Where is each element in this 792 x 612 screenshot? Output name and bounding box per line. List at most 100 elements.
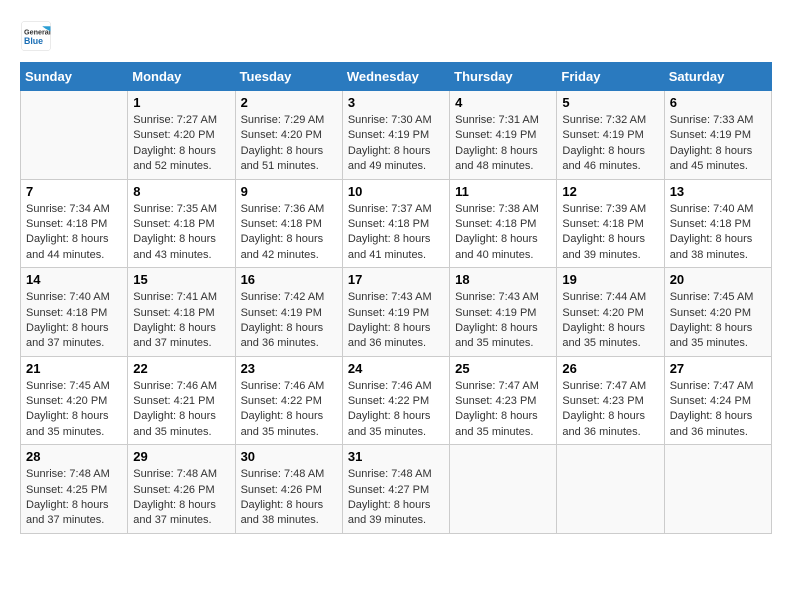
cell-content: Sunrise: 7:37 AM Sunset: 4:18 PM Dayligh… bbox=[348, 202, 444, 264]
cell-content: Sunrise: 7:41 AM Sunset: 4:18 PM Dayligh… bbox=[133, 290, 229, 352]
weekday-header-cell: Wednesday bbox=[342, 63, 449, 91]
calendar-cell: 30 Sunrise: 7:48 AM Sunset: 4:26 PM Dayli… bbox=[235, 445, 342, 534]
calendar-cell: 6 Sunrise: 7:33 AM Sunset: 4:19 PM Daylig… bbox=[664, 91, 771, 180]
cell-content: Sunrise: 7:48 AM Sunset: 4:26 PM Dayligh… bbox=[241, 467, 337, 529]
weekday-header-cell: Thursday bbox=[450, 63, 557, 91]
cell-content: Sunrise: 7:43 AM Sunset: 4:19 PM Dayligh… bbox=[348, 290, 444, 352]
cell-content: Sunrise: 7:40 AM Sunset: 4:18 PM Dayligh… bbox=[670, 202, 766, 264]
calendar-cell bbox=[557, 445, 664, 534]
calendar-week-row: 14 Sunrise: 7:40 AM Sunset: 4:18 PM Dayli… bbox=[21, 268, 772, 357]
cell-content: Sunrise: 7:29 AM Sunset: 4:20 PM Dayligh… bbox=[241, 113, 337, 175]
calendar-week-row: 28 Sunrise: 7:48 AM Sunset: 4:25 PM Dayli… bbox=[21, 445, 772, 534]
cell-content: Sunrise: 7:33 AM Sunset: 4:19 PM Dayligh… bbox=[670, 113, 766, 175]
day-number: 24 bbox=[348, 361, 444, 376]
day-number: 1 bbox=[133, 95, 229, 110]
calendar-cell: 22 Sunrise: 7:46 AM Sunset: 4:21 PM Dayli… bbox=[128, 356, 235, 445]
day-number: 2 bbox=[241, 95, 337, 110]
day-number: 26 bbox=[562, 361, 658, 376]
weekday-header-cell: Sunday bbox=[21, 63, 128, 91]
calendar-cell: 20 Sunrise: 7:45 AM Sunset: 4:20 PM Dayli… bbox=[664, 268, 771, 357]
weekday-header-cell: Tuesday bbox=[235, 63, 342, 91]
cell-content: Sunrise: 7:38 AM Sunset: 4:18 PM Dayligh… bbox=[455, 202, 551, 264]
day-number: 22 bbox=[133, 361, 229, 376]
calendar-cell bbox=[21, 91, 128, 180]
day-number: 4 bbox=[455, 95, 551, 110]
cell-content: Sunrise: 7:45 AM Sunset: 4:20 PM Dayligh… bbox=[26, 379, 122, 441]
cell-content: Sunrise: 7:48 AM Sunset: 4:25 PM Dayligh… bbox=[26, 467, 122, 529]
cell-content: Sunrise: 7:42 AM Sunset: 4:19 PM Dayligh… bbox=[241, 290, 337, 352]
weekday-header-cell: Saturday bbox=[664, 63, 771, 91]
day-number: 16 bbox=[241, 272, 337, 287]
calendar-cell: 1 Sunrise: 7:27 AM Sunset: 4:20 PM Daylig… bbox=[128, 91, 235, 180]
calendar-cell: 5 Sunrise: 7:32 AM Sunset: 4:19 PM Daylig… bbox=[557, 91, 664, 180]
calendar-cell: 8 Sunrise: 7:35 AM Sunset: 4:18 PM Daylig… bbox=[128, 179, 235, 268]
cell-content: Sunrise: 7:36 AM Sunset: 4:18 PM Dayligh… bbox=[241, 202, 337, 264]
weekday-header-row: SundayMondayTuesdayWednesdayThursdayFrid… bbox=[21, 63, 772, 91]
calendar-cell: 7 Sunrise: 7:34 AM Sunset: 4:18 PM Daylig… bbox=[21, 179, 128, 268]
cell-content: Sunrise: 7:48 AM Sunset: 4:27 PM Dayligh… bbox=[348, 467, 444, 529]
cell-content: Sunrise: 7:30 AM Sunset: 4:19 PM Dayligh… bbox=[348, 113, 444, 175]
cell-content: Sunrise: 7:46 AM Sunset: 4:21 PM Dayligh… bbox=[133, 379, 229, 441]
cell-content: Sunrise: 7:32 AM Sunset: 4:19 PM Dayligh… bbox=[562, 113, 658, 175]
day-number: 3 bbox=[348, 95, 444, 110]
calendar-cell: 29Sunrise: 7:48 AM Sunset: 4:26 PM Dayli… bbox=[128, 445, 235, 534]
calendar-cell: 15Sunrise: 7:41 AM Sunset: 4:18 PM Dayli… bbox=[128, 268, 235, 357]
calendar-cell: 17Sunrise: 7:43 AM Sunset: 4:19 PM Dayli… bbox=[342, 268, 449, 357]
day-number: 5 bbox=[562, 95, 658, 110]
calendar-week-row: 7 Sunrise: 7:34 AM Sunset: 4:18 PM Daylig… bbox=[21, 179, 772, 268]
day-number: 6 bbox=[670, 95, 766, 110]
cell-content: Sunrise: 7:31 AM Sunset: 4:19 PM Dayligh… bbox=[455, 113, 551, 175]
day-number: 18 bbox=[455, 272, 551, 287]
day-number: 9 bbox=[241, 184, 337, 199]
calendar-cell: 25Sunrise: 7:47 AM Sunset: 4:23 PM Dayli… bbox=[450, 356, 557, 445]
day-number: 25 bbox=[455, 361, 551, 376]
day-number: 10 bbox=[348, 184, 444, 199]
calendar-cell: 9 Sunrise: 7:36 AM Sunset: 4:18 PM Daylig… bbox=[235, 179, 342, 268]
calendar-cell: 13 Sunrise: 7:40 AM Sunset: 4:18 PM Dayli… bbox=[664, 179, 771, 268]
page-header: General Blue bbox=[20, 20, 772, 52]
calendar-body: 1 Sunrise: 7:27 AM Sunset: 4:20 PM Daylig… bbox=[21, 91, 772, 534]
calendar-week-row: 21Sunrise: 7:45 AM Sunset: 4:20 PM Dayli… bbox=[21, 356, 772, 445]
calendar-cell: 28 Sunrise: 7:48 AM Sunset: 4:25 PM Dayli… bbox=[21, 445, 128, 534]
calendar-cell: 14 Sunrise: 7:40 AM Sunset: 4:18 PM Dayli… bbox=[21, 268, 128, 357]
day-number: 13 bbox=[670, 184, 766, 199]
day-number: 30 bbox=[241, 449, 337, 464]
cell-content: Sunrise: 7:27 AM Sunset: 4:20 PM Dayligh… bbox=[133, 113, 229, 175]
calendar-cell: 11 Sunrise: 7:38 AM Sunset: 4:18 PM Dayli… bbox=[450, 179, 557, 268]
cell-content: Sunrise: 7:46 AM Sunset: 4:22 PM Dayligh… bbox=[241, 379, 337, 441]
cell-content: Sunrise: 7:47 AM Sunset: 4:24 PM Dayligh… bbox=[670, 379, 766, 441]
cell-content: Sunrise: 7:39 AM Sunset: 4:18 PM Dayligh… bbox=[562, 202, 658, 264]
cell-content: Sunrise: 7:34 AM Sunset: 4:18 PM Dayligh… bbox=[26, 202, 122, 264]
cell-content: Sunrise: 7:40 AM Sunset: 4:18 PM Dayligh… bbox=[26, 290, 122, 352]
weekday-header-cell: Friday bbox=[557, 63, 664, 91]
day-number: 28 bbox=[26, 449, 122, 464]
calendar-cell: 21Sunrise: 7:45 AM Sunset: 4:20 PM Dayli… bbox=[21, 356, 128, 445]
day-number: 14 bbox=[26, 272, 122, 287]
day-number: 20 bbox=[670, 272, 766, 287]
calendar-cell: 23 Sunrise: 7:46 AM Sunset: 4:22 PM Dayli… bbox=[235, 356, 342, 445]
cell-content: Sunrise: 7:46 AM Sunset: 4:22 PM Dayligh… bbox=[348, 379, 444, 441]
day-number: 12 bbox=[562, 184, 658, 199]
day-number: 7 bbox=[26, 184, 122, 199]
day-number: 19 bbox=[562, 272, 658, 287]
calendar-cell: 4 Sunrise: 7:31 AM Sunset: 4:19 PM Daylig… bbox=[450, 91, 557, 180]
cell-content: Sunrise: 7:44 AM Sunset: 4:20 PM Dayligh… bbox=[562, 290, 658, 352]
calendar-cell: 10 Sunrise: 7:37 AM Sunset: 4:18 PM Dayli… bbox=[342, 179, 449, 268]
calendar-cell: 19 Sunrise: 7:44 AM Sunset: 4:20 PM Dayli… bbox=[557, 268, 664, 357]
calendar-cell: 18Sunrise: 7:43 AM Sunset: 4:19 PM Dayli… bbox=[450, 268, 557, 357]
calendar-cell bbox=[450, 445, 557, 534]
svg-text:Blue: Blue bbox=[24, 36, 43, 46]
day-number: 8 bbox=[133, 184, 229, 199]
logo-icon: General Blue bbox=[20, 20, 52, 52]
cell-content: Sunrise: 7:47 AM Sunset: 4:23 PM Dayligh… bbox=[562, 379, 658, 441]
calendar-cell: 12 Sunrise: 7:39 AM Sunset: 4:18 PM Dayli… bbox=[557, 179, 664, 268]
day-number: 29 bbox=[133, 449, 229, 464]
day-number: 27 bbox=[670, 361, 766, 376]
calendar-cell: 2 Sunrise: 7:29 AM Sunset: 4:20 PM Daylig… bbox=[235, 91, 342, 180]
calendar-week-row: 1 Sunrise: 7:27 AM Sunset: 4:20 PM Daylig… bbox=[21, 91, 772, 180]
day-number: 11 bbox=[455, 184, 551, 199]
calendar-cell: 3 Sunrise: 7:30 AM Sunset: 4:19 PM Daylig… bbox=[342, 91, 449, 180]
cell-content: Sunrise: 7:35 AM Sunset: 4:18 PM Dayligh… bbox=[133, 202, 229, 264]
day-number: 23 bbox=[241, 361, 337, 376]
cell-content: Sunrise: 7:45 AM Sunset: 4:20 PM Dayligh… bbox=[670, 290, 766, 352]
